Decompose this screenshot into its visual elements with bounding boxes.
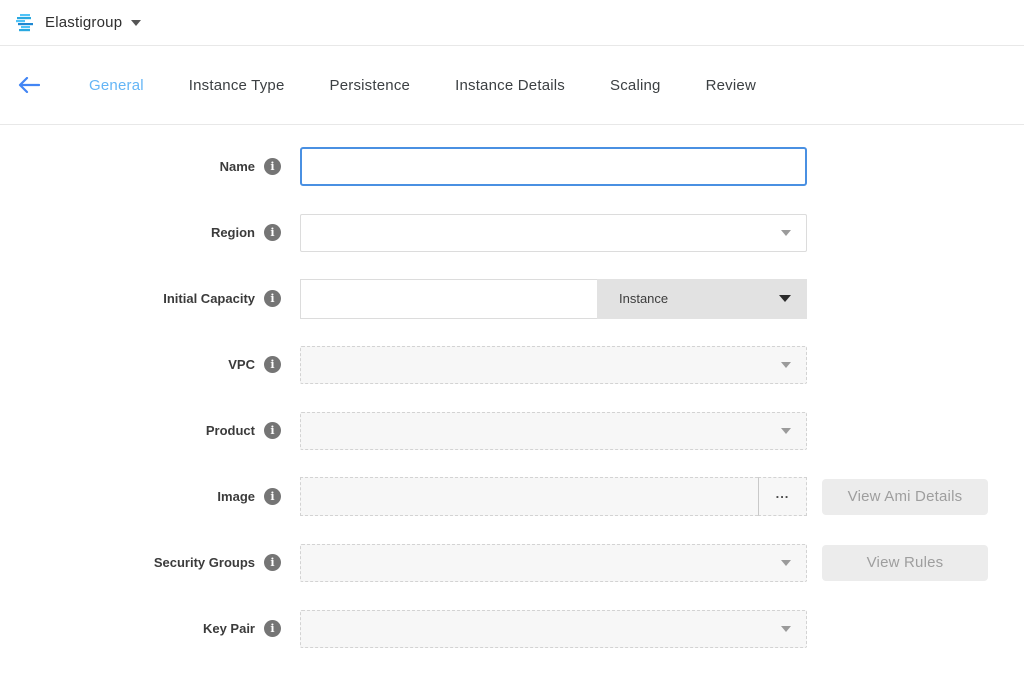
key-pair-dropdown [300,610,807,648]
info-icon[interactable] [264,290,281,307]
tab-review[interactable]: Review [706,77,756,94]
key-pair-label-wrap: Key Pair [0,620,300,637]
image-browse-button[interactable]: ... [758,477,807,516]
name-label: Name [220,159,255,174]
region-label-wrap: Region [0,224,300,241]
info-icon[interactable] [264,620,281,637]
info-icon[interactable] [264,554,281,571]
chevron-down-icon [781,560,791,566]
product-label-wrap: Product [0,422,300,439]
general-settings-form: Name Region Initial Capacity Instance [0,125,1024,648]
security-groups-label-wrap: Security Groups [0,554,300,571]
app-header: Elastigroup [0,0,1024,46]
chevron-down-icon [781,362,791,368]
info-icon[interactable] [264,422,281,439]
image-label-wrap: Image [0,488,300,505]
capacity-unit-selected-value: Instance [619,291,668,306]
info-icon[interactable] [264,356,281,373]
initial-capacity-label-wrap: Initial Capacity [0,290,300,307]
security-groups-label: Security Groups [154,555,255,570]
image-input-group: ... [300,477,807,516]
name-input[interactable] [300,147,807,186]
chevron-down-icon[interactable] [131,20,141,26]
region-row: Region [0,213,1024,252]
initial-capacity-label: Initial Capacity [163,291,255,306]
info-icon[interactable] [264,488,281,505]
view-rules-button[interactable]: View Rules [822,545,988,581]
security-groups-dropdown [300,544,807,582]
back-button[interactable] [16,72,42,98]
chevron-down-icon [781,626,791,632]
initial-capacity-row: Initial Capacity Instance [0,279,1024,318]
name-label-wrap: Name [0,158,300,175]
capacity-unit-dropdown[interactable]: Instance [597,279,807,319]
product-dropdown [300,412,807,450]
vpc-label-wrap: VPC [0,356,300,373]
vpc-label: VPC [228,357,255,372]
tab-scaling[interactable]: Scaling [610,77,661,94]
product-label: Product [206,423,255,438]
tab-persistence[interactable]: Persistence [330,77,411,94]
view-ami-details-button[interactable]: View Ami Details [822,479,988,515]
info-icon[interactable] [264,158,281,175]
name-row: Name [0,147,1024,186]
security-groups-row: Security Groups View Rules [0,543,1024,582]
region-label: Region [211,225,255,240]
chevron-down-icon [781,230,791,236]
initial-capacity-input[interactable] [300,279,597,319]
elastigroup-logo-icon [16,14,34,32]
image-label: Image [217,489,255,504]
chevron-down-icon [781,428,791,434]
back-arrow-icon [18,77,40,93]
key-pair-label: Key Pair [203,621,255,636]
wizard-tabs: General Instance Type Persistence Instan… [89,77,756,94]
product-row: Product [0,411,1024,450]
vpc-row: VPC [0,345,1024,384]
app-title: Elastigroup [45,14,122,31]
info-icon[interactable] [264,224,281,241]
wizard-tab-bar: General Instance Type Persistence Instan… [0,46,1024,125]
initial-capacity-group: Instance [300,279,807,319]
tab-instance-details[interactable]: Instance Details [455,77,565,94]
tab-general[interactable]: General [89,77,144,94]
tab-instance-type[interactable]: Instance Type [189,77,285,94]
image-row: Image ... View Ami Details [0,477,1024,516]
image-input [300,477,758,516]
key-pair-row: Key Pair [0,609,1024,648]
chevron-down-icon [779,295,791,302]
region-dropdown[interactable] [300,214,807,252]
vpc-dropdown [300,346,807,384]
